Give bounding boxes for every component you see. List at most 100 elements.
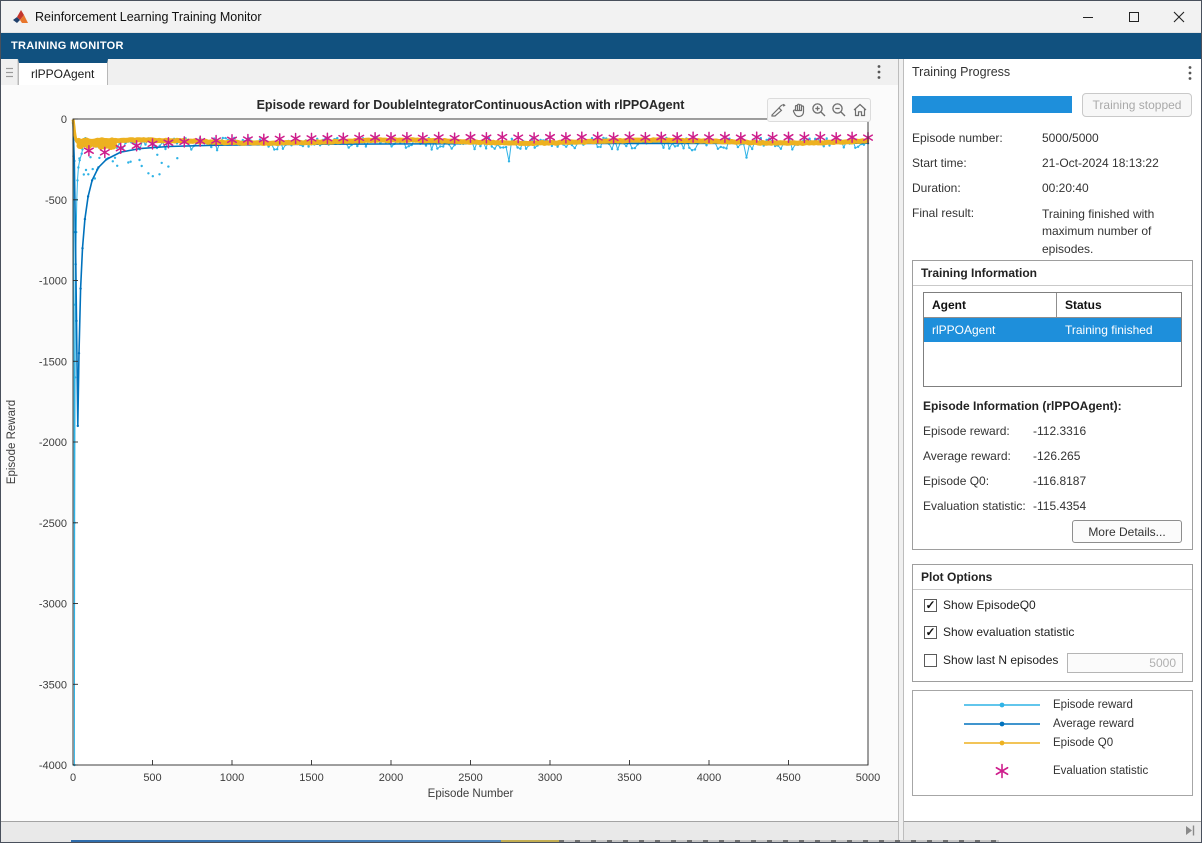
average-reward-value: -126.265 [1033, 449, 1080, 463]
episode-number-label: Episode number: [912, 131, 1003, 145]
close-icon[interactable] [1156, 1, 1202, 32]
document-menu-kebab-icon[interactable] [867, 61, 891, 83]
svg-text:-3000: -3000 [39, 599, 67, 611]
start-time-label: Start time: [912, 156, 967, 170]
average-reward-label: Average reward: [923, 449, 1011, 463]
episode-q0-value: -116.8187 [1033, 474, 1086, 488]
plot-options-title: Plot Options [913, 565, 1192, 590]
tab-training-monitor[interactable]: TRAINING MONITOR [11, 40, 124, 52]
svg-text:-3500: -3500 [39, 679, 67, 691]
checkbox-label: Show last N episodes [943, 653, 1058, 667]
line-dot-marker-icon [959, 738, 1045, 748]
minimize-icon[interactable] [1065, 1, 1111, 32]
axes-toolbar [767, 98, 871, 122]
svg-text:4000: 4000 [697, 772, 721, 784]
maximize-icon[interactable] [1111, 1, 1157, 32]
reward-plot[interactable]: 0500100015002000250030003500400045005000… [1, 85, 898, 821]
window-title: Reinforcement Learning Training Monitor [35, 10, 262, 24]
asterisk-marker-icon [959, 763, 1045, 779]
show-evaluation-statistic-checkbox[interactable]: Show evaluation statistic [924, 625, 1074, 639]
title-bar: Reinforcement Learning Training Monitor [1, 1, 1202, 33]
svg-text:2000: 2000 [379, 772, 403, 784]
evaluation-statistic-label: Evaluation statistic: [923, 499, 1026, 513]
panel-title: Training Progress [912, 65, 1010, 79]
legend-item-episode-reward: Episode reward [913, 699, 1133, 711]
legend-item-average-reward: Average reward [913, 718, 1134, 730]
table-row[interactable]: rlPPOAgent Training finished [924, 318, 1181, 342]
legend-label: Episode reward [1053, 699, 1133, 711]
episode-information-title: Episode Information (rlPPOAgent): [923, 399, 1122, 413]
line-dot-marker-icon [959, 719, 1045, 729]
svg-text:0: 0 [61, 114, 67, 126]
svg-text:-500: -500 [45, 195, 67, 207]
plot-options-group: Plot Options Show EpisodeQ0 Show evaluat… [912, 564, 1193, 682]
checkbox-label: Show evaluation statistic [943, 625, 1074, 639]
panel-menu-kebab-icon[interactable] [1179, 62, 1201, 84]
svg-text:-4000: -4000 [39, 760, 67, 772]
agent-cell: rlPPOAgent [924, 318, 1057, 342]
checkbox-checked-icon[interactable] [924, 626, 937, 639]
legend-panel: Episode reward Average reward Episode Q0… [912, 690, 1193, 796]
last-n-episodes-input[interactable] [1067, 653, 1183, 673]
zoom-out-icon[interactable] [830, 100, 849, 120]
toolstrip: TRAINING MONITOR [1, 33, 1202, 59]
dock-grip-icon[interactable] [1, 59, 18, 85]
duration-value: 00:20:40 [1042, 181, 1089, 195]
legend-item-evaluation-statistic: Evaluation statistic [913, 763, 1148, 779]
svg-text:-1000: -1000 [39, 276, 67, 288]
svg-text:5000: 5000 [856, 772, 880, 784]
more-details-button[interactable]: More Details... [1072, 520, 1182, 543]
svg-text:-2500: -2500 [39, 518, 67, 530]
final-result-label: Final result: [912, 206, 974, 220]
agent-status-table: Agent Status rlPPOAgent Training finishe… [923, 292, 1182, 387]
line-dot-marker-icon [959, 700, 1045, 710]
svg-text:3000: 3000 [538, 772, 562, 784]
final-result-value: Training finished with maximum number of… [1042, 206, 1194, 258]
matlab-logo-icon [12, 9, 29, 25]
svg-text:-2000: -2000 [39, 437, 67, 449]
episode-reward-label: Episode reward: [923, 424, 1010, 438]
progress-bar [912, 96, 1072, 113]
show-episodeq0-checkbox[interactable]: Show EpisodeQ0 [924, 598, 1036, 612]
svg-text:1500: 1500 [299, 772, 323, 784]
training-stopped-button[interactable]: Training stopped [1082, 93, 1192, 117]
start-time-value: 21-Oct-2024 18:13:22 [1042, 156, 1159, 170]
column-agent: Agent [924, 293, 1057, 317]
export-icon[interactable] [769, 100, 788, 120]
svg-text:Episode Number: Episode Number [428, 788, 514, 800]
app-window: Reinforcement Learning Training Monitor … [0, 0, 1202, 843]
tab-label: rlPPOAgent [31, 67, 94, 81]
episode-reward-value: -112.3316 [1033, 424, 1086, 438]
checkbox-checked-icon[interactable] [924, 599, 937, 612]
episode-q0-label: Episode Q0: [923, 474, 989, 488]
svg-text:1000: 1000 [220, 772, 244, 784]
evaluation-statistic-value: -115.4354 [1033, 499, 1086, 513]
pan-icon[interactable] [789, 100, 808, 120]
svg-text:Episode reward for DoubleInteg: Episode reward for DoubleIntegratorConti… [257, 98, 686, 112]
status-cell: Training finished [1057, 318, 1181, 342]
collapse-panel-icon[interactable] [1181, 823, 1199, 838]
document-tab-bar: rlPPOAgent [1, 59, 898, 85]
svg-text:2500: 2500 [458, 772, 482, 784]
show-last-n-episodes-checkbox[interactable]: Show last N episodes [924, 653, 1058, 667]
training-progress-panel: Training Progress Training stopped Episo… [904, 59, 1202, 821]
training-information-group: Training Information Agent Status rlPPOA… [912, 260, 1193, 550]
svg-text:4500: 4500 [776, 772, 800, 784]
panel-bottom-strip [904, 821, 1202, 840]
checkbox-unchecked-icon[interactable] [924, 654, 937, 667]
tab-rlppoagent[interactable]: rlPPOAgent [18, 59, 108, 85]
legend-label: Average reward [1053, 718, 1134, 730]
training-information-title: Training Information [913, 261, 1192, 286]
svg-text:-1500: -1500 [39, 356, 67, 368]
table-header-row: Agent Status [924, 293, 1181, 318]
zoom-in-icon[interactable] [809, 100, 828, 120]
home-icon[interactable] [850, 100, 869, 120]
legend-label: Episode Q0 [1053, 737, 1113, 749]
svg-text:500: 500 [143, 772, 161, 784]
reward-plot-canvas: 0500100015002000250030003500400045005000… [1, 85, 898, 821]
legend-item-episode-q0: Episode Q0 [913, 737, 1113, 749]
progress-bar-fill [912, 96, 1072, 113]
duration-label: Duration: [912, 181, 961, 195]
episode-number-value: 5000/5000 [1042, 131, 1099, 145]
svg-text:Episode Reward: Episode Reward [6, 400, 18, 484]
